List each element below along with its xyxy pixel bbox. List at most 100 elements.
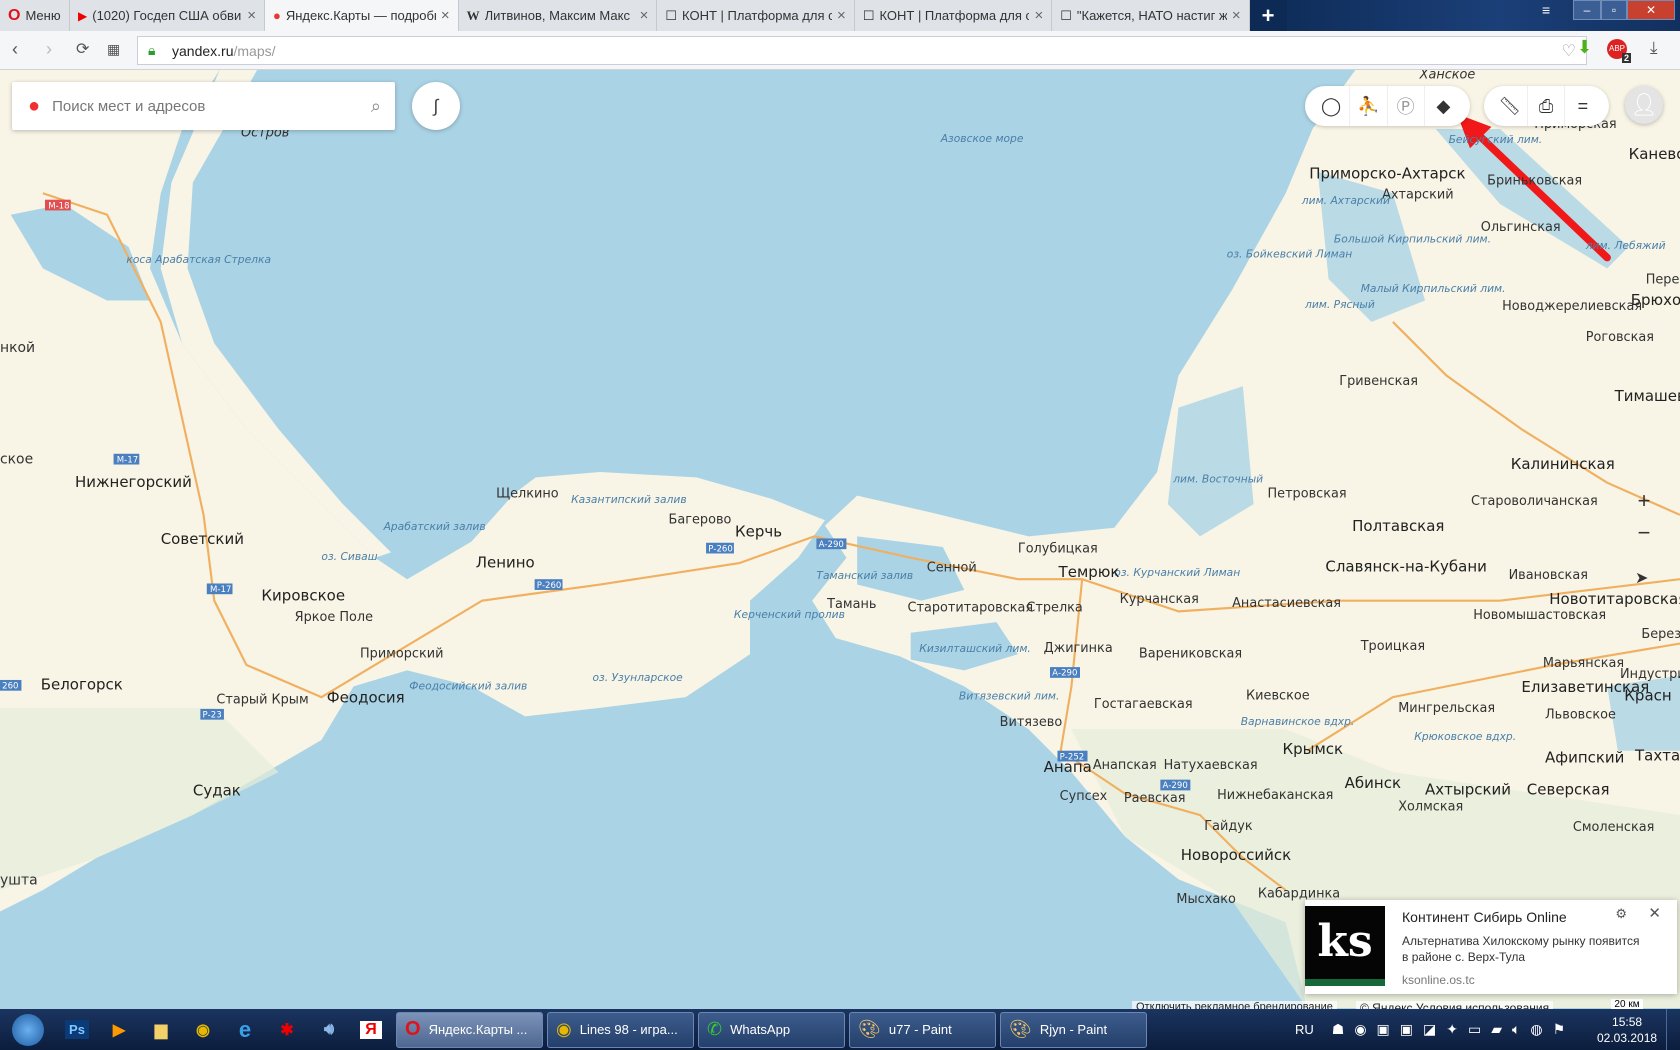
city-label: Северская [1527, 781, 1610, 799]
downloads-icon[interactable]: ⤓ [1650, 38, 1658, 58]
url-field[interactable]: 🔒︎ yandex.ru/maps/ ♡ [137, 36, 1587, 65]
explorer-icon: ▆ [154, 1021, 168, 1039]
town-label: Багерово [669, 512, 732, 527]
forward-button[interactable]: › [46, 39, 52, 60]
city-label: Ахтырский [1425, 781, 1511, 799]
town-label: Бриньковская [1487, 174, 1582, 189]
wikipedia-icon: W [466, 7, 480, 23]
yandex-pin-icon: ● [28, 94, 41, 117]
speed-dial-icon[interactable]: ▦ [107, 41, 120, 58]
notification-close-icon[interactable]: ✕ [1648, 904, 1661, 922]
push-notification[interactable]: ks Континент Сибирь Online Альтернатива … [1305, 900, 1677, 994]
tray-icons[interactable]: ☗◉▣▣◪✦▭▰🔈︎◍⚑ [1332, 1021, 1575, 1038]
taskbar-window-paint-2[interactable]: 🎨︎ Rjyn - Paint [1000, 1011, 1147, 1048]
town-label: Щелкино [496, 487, 559, 502]
search-input[interactable] [52, 97, 371, 115]
taskbar-explorer[interactable]: ▆ [140, 1012, 182, 1048]
minimize-button[interactable]: – [1573, 0, 1601, 20]
town-label: Львовское [1545, 708, 1616, 723]
close-tab-icon[interactable]: × [1232, 7, 1241, 24]
town-label: Старый Крым [216, 693, 308, 708]
close-window-button[interactable]: ✕ [1627, 0, 1675, 20]
paint-icon: 🎨︎ [858, 1019, 881, 1039]
taskbar-photoshop[interactable]: Ps [56, 1012, 98, 1048]
taskbar-window-whatsapp[interactable]: ✆ WhatsApp [698, 1011, 845, 1048]
zoom-in-button[interactable]: + [1633, 488, 1655, 514]
town-label: Ольгинская [1481, 220, 1561, 235]
town-label: Анапская [1093, 758, 1157, 773]
tab-menu-icon[interactable]: ≡ [1542, 2, 1550, 18]
menu-button[interactable]: = [1565, 86, 1601, 126]
start-icon [12, 1013, 44, 1046]
system-tray: RU ☗◉▣▣◪✦▭▰🔈︎◍⚑ [1295, 1009, 1575, 1050]
town-label: Сенной [927, 561, 977, 576]
show-desktop-button[interactable] [1666, 1009, 1680, 1050]
tab-wikipedia[interactable]: W Литвинов, Максим Макс × [458, 0, 658, 31]
game-icon: ✱ [280, 1021, 294, 1039]
parking-button[interactable]: Ⓟ [1388, 86, 1425, 126]
panorama-button[interactable]: ⛹ [1350, 86, 1388, 126]
new-tab-button[interactable]: + [1249, 0, 1287, 31]
taskbar-chrome[interactable]: ◉ [182, 1012, 224, 1048]
city-label: Ленино [476, 553, 535, 571]
road-label: М-17 [210, 585, 231, 595]
clock[interactable]: 15:58 02.03.2018 [1597, 1009, 1657, 1050]
close-tab-icon[interactable]: × [837, 7, 846, 24]
opera-menu-button[interactable]: O Меню [0, 0, 70, 31]
town-label: Приморский [360, 646, 443, 661]
user-avatar[interactable]: 👤︎ [1625, 86, 1663, 124]
tab-kont-1[interactable]: ☐ КОНТ | Платформа для со × [657, 0, 855, 31]
geolocation-button[interactable]: ➤ [1635, 568, 1648, 588]
taskbar-window-opera[interactable]: O Яндекс.Карты ... [396, 1011, 543, 1048]
traffic-button[interactable]: ◯ [1313, 86, 1351, 126]
opera-icon: O [405, 1018, 421, 1040]
town-label: Нижнебаканская [1217, 788, 1333, 803]
road-label: М-18 [48, 201, 69, 211]
close-tab-icon[interactable]: × [640, 7, 649, 24]
taskbar-window-paint-1[interactable]: 🎨︎ u77 - Paint [849, 1011, 996, 1048]
close-tab-icon[interactable]: × [441, 7, 450, 24]
taskbar-ie[interactable]: e [224, 1012, 266, 1048]
town-label: Курчанская [1120, 592, 1199, 607]
zoom-out-button[interactable]: − [1633, 520, 1655, 546]
tab-kont-2[interactable]: ☐ КОНТ | Платформа для со × [854, 0, 1053, 31]
taskbar-game[interactable]: ✱ [266, 1012, 308, 1048]
tab-yandex-maps[interactable]: ● Яндекс.Карты — подробн × [265, 0, 459, 31]
back-button[interactable]: ‹ [12, 39, 18, 60]
ruler-button[interactable]: 📏︎ [1492, 86, 1529, 126]
chrome-icon: ◉ [556, 1019, 572, 1039]
town-label: Ахтарский [1382, 188, 1453, 203]
close-tab-icon[interactable]: × [247, 7, 256, 24]
notification-settings-icon[interactable]: ⚙ [1615, 906, 1627, 922]
address-bar: ‹ › ⟳ ▦ 🔒︎ yandex.ru/maps/ ♡ ⬇ ABP 2 ⤓ [0, 31, 1680, 70]
search-icon[interactable]: ⌕ [371, 96, 381, 117]
layers-button[interactable]: ◆ [1425, 86, 1462, 126]
taskbar-window-chrome[interactable]: ◉ Lines 98 - игра... [547, 1011, 694, 1048]
language-indicator[interactable]: RU [1295, 1022, 1314, 1037]
map-canvas[interactable]: Азовское море Арабатский залив оз. Сиваш… [0, 70, 1680, 1008]
avatar-icon: 👤︎ [1630, 92, 1658, 117]
map-label: лим. Ахтарский [1301, 194, 1390, 207]
bookmark-heart-icon[interactable]: ♡ [1562, 41, 1576, 61]
city-label: Керчь [735, 522, 782, 540]
print-button[interactable]: ⎙ [1528, 86, 1565, 126]
town-label: Березо [1641, 627, 1680, 642]
adblock-icon[interactable]: ABP 2 [1607, 39, 1631, 63]
city-label: Советский [161, 530, 244, 548]
maximize-button[interactable]: ▫ [1601, 0, 1627, 20]
town-label: Ивановская [1509, 568, 1588, 583]
start-button[interactable] [0, 1012, 56, 1048]
reload-button[interactable]: ⟳ [76, 39, 89, 59]
road-label: А-290 [1162, 781, 1187, 791]
download-manager-icon[interactable]: ⬇ [1577, 37, 1592, 58]
tab-youtube[interactable]: ▶ (1020) Госдеп США обвин × [70, 0, 265, 31]
road-label: Р-260 [537, 581, 562, 591]
town-label: Раевская [1124, 791, 1186, 806]
taskbar-volume-app[interactable]: 🔊︎ [308, 1012, 350, 1048]
close-tab-icon[interactable]: × [1034, 7, 1043, 24]
taskbar-yandex[interactable]: Я [350, 1012, 392, 1048]
route-button[interactable]: ∫ [412, 82, 460, 130]
tab-kont-3[interactable]: ☐ "Кажется, НАТО настиг ж × [1052, 0, 1250, 31]
taskbar-media-player[interactable]: ▶ [98, 1012, 140, 1048]
road-label: Р-260 [708, 544, 733, 554]
